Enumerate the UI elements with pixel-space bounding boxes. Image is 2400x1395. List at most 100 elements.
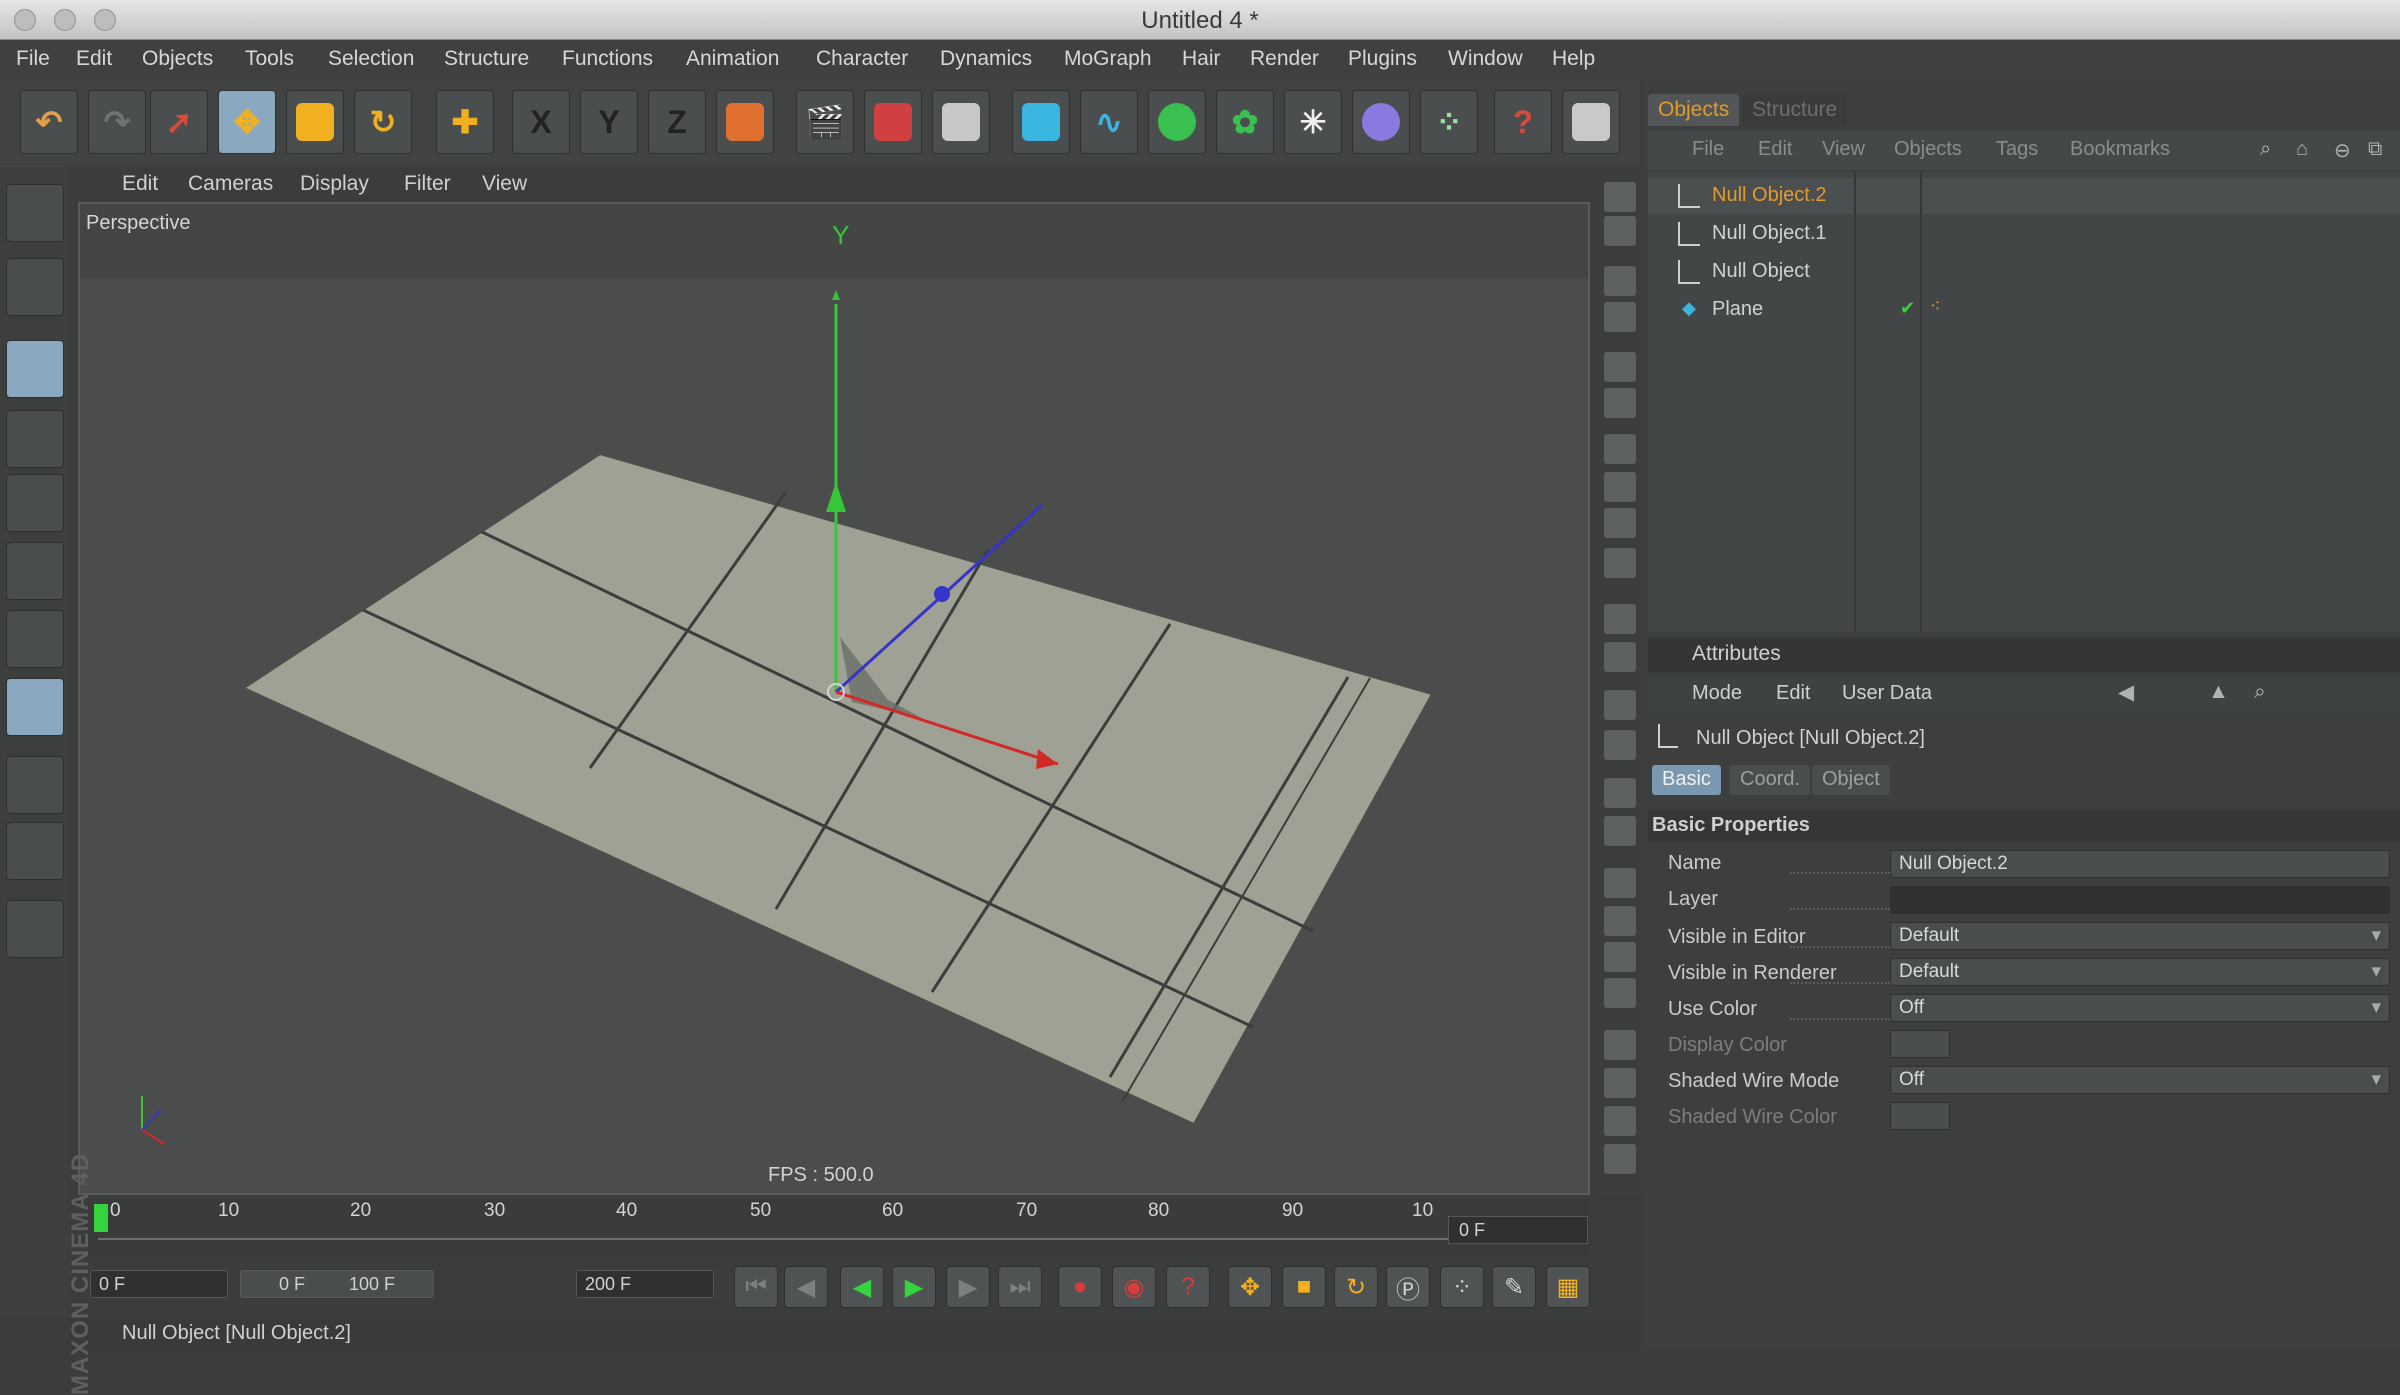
viewport-icon[interactable] (1604, 778, 1636, 808)
texture-mode-button[interactable] (6, 678, 64, 736)
tab-coord[interactable]: Coord. (1730, 765, 1811, 795)
points-mode-button[interactable] (6, 474, 64, 532)
viewport-icon[interactable] (1604, 182, 1636, 212)
editor-mode-button[interactable] (6, 184, 64, 242)
menu-character[interactable]: Character (816, 47, 908, 71)
recent-tool-button[interactable]: ✚ (436, 90, 494, 154)
move-tool-button[interactable]: ✥ (218, 90, 276, 154)
viewport-icon[interactable] (1604, 548, 1636, 578)
x-axis-button[interactable]: X (512, 90, 570, 154)
viewport-icon[interactable] (1604, 508, 1636, 538)
om-menu-edit[interactable]: Edit (1758, 138, 1792, 161)
viewport-icon[interactable] (1604, 1144, 1636, 1174)
add-light-button[interactable]: ⁘ (1420, 90, 1478, 154)
viewport-icon[interactable] (1604, 978, 1636, 1008)
viewport-icon[interactable] (1604, 642, 1636, 672)
tab-basic[interactable]: Basic (1652, 765, 1721, 795)
texture-tag-icon[interactable]: ⁖ (1930, 296, 1941, 317)
key-scale-button[interactable]: ■ (1282, 1266, 1326, 1308)
shaded-wire-color-swatch[interactable] (1890, 1102, 1950, 1130)
y-axis-button[interactable]: Y (580, 90, 638, 154)
add-scene-button[interactable] (1352, 90, 1410, 154)
plane-object[interactable] (241, 452, 1434, 1126)
timeline-ruler[interactable]: 0 10 20 30 40 50 60 70 80 90 10 (78, 1198, 1590, 1258)
end-frame-field[interactable]: 200 F (576, 1270, 714, 1298)
add-nurbs-button[interactable] (1148, 90, 1206, 154)
layout-button[interactable] (1562, 90, 1620, 154)
viewport-menu-cameras[interactable]: Cameras (188, 172, 273, 196)
viewport-menu-display[interactable]: Display (300, 172, 369, 196)
add-spline-button[interactable]: ∿ (1080, 90, 1138, 154)
viewport-icon[interactable] (1604, 388, 1636, 418)
coordinate-system-button[interactable] (716, 90, 774, 154)
search-icon[interactable]: ⌕ (2254, 680, 2266, 704)
attr-menu-user-data[interactable]: User Data (1842, 682, 1932, 705)
viewport-menu-view[interactable]: View (482, 172, 527, 196)
link-icon[interactable]: ⊖ (2334, 138, 2351, 163)
search-icon[interactable]: ⌕ (2260, 138, 2271, 161)
key-point-level-button[interactable]: ⁘ (1440, 1266, 1484, 1308)
visible-in-editor-select[interactable]: Default ▾ (1890, 922, 2390, 950)
viewport-icon[interactable] (1604, 816, 1636, 846)
next-key-button[interactable]: ▶ (946, 1266, 990, 1308)
menu-edit[interactable]: Edit (76, 47, 112, 71)
use-color-select[interactable]: Off ▾ (1890, 994, 2390, 1022)
name-input[interactable]: Null Object.2 (1890, 850, 2390, 878)
preview-range-slider[interactable]: 0 F 100 F (240, 1270, 434, 1298)
viewport-menu-edit[interactable]: Edit (122, 172, 158, 196)
add-deformer-button[interactable]: ✳ (1284, 90, 1342, 154)
viewport-icon[interactable] (1604, 266, 1636, 296)
current-frame-field[interactable]: 0 F (1448, 1216, 1588, 1244)
om-menu-tags[interactable]: Tags (1996, 138, 2038, 161)
up-arrow-icon[interactable]: ▲ (2208, 680, 2229, 704)
viewport-icon[interactable] (1604, 730, 1636, 760)
render-settings-button[interactable] (932, 90, 990, 154)
polygons-mode-button[interactable] (6, 610, 64, 668)
menu-animation[interactable]: Animation (686, 47, 779, 71)
help-button[interactable]: ? (1494, 90, 1552, 154)
home-icon[interactable]: ⌂ (2296, 138, 2308, 161)
model-mode-button[interactable] (6, 258, 64, 316)
timeline-window-button[interactable]: ▦ (1546, 1266, 1590, 1308)
menu-file[interactable]: File (16, 47, 50, 71)
viewport-icon[interactable] (1604, 906, 1636, 936)
go-to-end-button[interactable]: ⏭ (998, 1266, 1042, 1308)
snapping-button[interactable] (6, 900, 64, 958)
magnet-icon[interactable] (1604, 472, 1636, 502)
scale-tool-button[interactable] (286, 90, 344, 154)
play-forwards-button[interactable]: ▶ (892, 1266, 936, 1308)
viewport-icon[interactable] (1604, 1106, 1636, 1136)
menu-selection[interactable]: Selection (328, 47, 414, 71)
workplane-button[interactable] (6, 822, 64, 880)
undo-button[interactable]: ↶ (20, 90, 78, 154)
menu-help[interactable]: Help (1552, 47, 1595, 71)
viewport-icon[interactable] (1604, 604, 1636, 634)
menu-dynamics[interactable]: Dynamics (940, 47, 1032, 71)
shaded-wire-mode-select[interactable]: Off ▾ (1890, 1066, 2390, 1094)
render-view-button[interactable]: 🎬 (796, 90, 854, 154)
tab-objects[interactable]: Objects (1648, 94, 1740, 126)
viewport-icon[interactable] (1604, 352, 1636, 382)
go-to-start-button[interactable]: ⏮ (734, 1266, 778, 1308)
om-menu-file[interactable]: File (1692, 138, 1724, 161)
viewport-icon[interactable] (1604, 1030, 1636, 1060)
add-cube-button[interactable] (1012, 90, 1070, 154)
viewport-menu-filter[interactable]: Filter (404, 172, 451, 196)
layer-field[interactable] (1890, 886, 2390, 914)
z-axis-point[interactable] (934, 586, 950, 602)
viewport-icon[interactable] (1604, 216, 1636, 246)
tab-structure[interactable]: Structure (1742, 94, 1848, 126)
playhead[interactable] (94, 1204, 108, 1232)
object-mode-button[interactable] (6, 340, 64, 398)
record-button[interactable]: ● (1058, 1266, 1102, 1308)
menu-hair[interactable]: Hair (1182, 47, 1221, 71)
viewport-icon[interactable] (1604, 868, 1636, 898)
object-row[interactable]: Null Object (1648, 254, 2400, 290)
menu-tools[interactable]: Tools (245, 47, 294, 71)
back-arrow-icon[interactable]: ◀ (2118, 680, 2134, 705)
menu-window[interactable]: Window (1448, 47, 1523, 71)
render-picture-viewer-button[interactable] (864, 90, 922, 154)
perspective-viewport[interactable]: Perspective Y FPS : 500.0 (78, 202, 1590, 1195)
add-array-button[interactable]: ✿ (1216, 90, 1274, 154)
viewport-icon[interactable] (1604, 942, 1636, 972)
